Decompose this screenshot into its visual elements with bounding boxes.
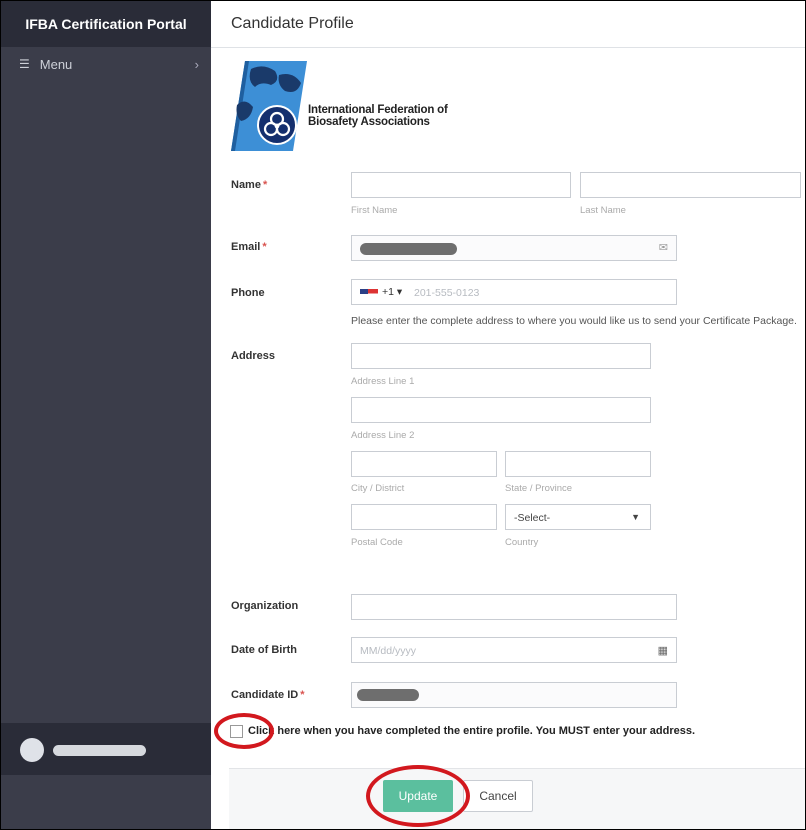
phone-label: Phone: [231, 287, 265, 299]
address-hint: Please enter the complete address to whe…: [351, 315, 797, 327]
address-line2-caption: Address Line 2: [351, 430, 415, 441]
last-name-input[interactable]: [580, 172, 801, 198]
address-line2-input[interactable]: [351, 397, 651, 423]
menu-label: Menu: [39, 56, 73, 72]
phone-input[interactable]: +1 ▾ 201-555-0123: [351, 279, 677, 305]
email-input[interactable]: ✉: [351, 235, 677, 261]
address-line1-caption: Address Line 1: [351, 376, 415, 387]
city-input[interactable]: [351, 451, 497, 477]
organization-logo-text: International Federation of Biosafety As…: [308, 104, 448, 128]
candidate-id-redacted: [357, 689, 419, 701]
menu-icon: ☰: [19, 57, 30, 71]
page-title: Candidate Profile: [231, 15, 354, 32]
candidate-id-input: [351, 682, 677, 708]
menu-item[interactable]: ☰ Menu ›: [1, 47, 211, 81]
envelope-icon: ✉: [658, 242, 668, 254]
postal-code-input[interactable]: [351, 504, 497, 530]
postal-code-caption: Postal Code: [351, 537, 403, 548]
address-line1-input[interactable]: [351, 343, 651, 369]
app-window: IFBA Certification Portal ☰ Menu › Candi…: [0, 0, 806, 830]
country-selected-value: -Select-: [514, 512, 551, 524]
app-title: IFBA Certification Portal: [1, 1, 211, 47]
last-name-caption: Last Name: [580, 205, 626, 216]
phone-placeholder: 201-555-0123: [414, 287, 480, 299]
state-caption: State / Province: [505, 483, 573, 494]
dob-input[interactable]: MM/dd/yyyy ▦: [351, 637, 677, 663]
username-redacted: [53, 745, 146, 756]
country-code-select[interactable]: +1 ▾: [382, 286, 402, 298]
dob-label: Date of Birth: [231, 644, 297, 656]
highlight-circle-checkbox: [214, 713, 274, 749]
state-input[interactable]: [505, 451, 651, 477]
globe-biohazard-icon: [231, 61, 307, 151]
city-caption: City / District: [351, 483, 405, 494]
highlight-circle-update: [366, 765, 470, 827]
first-name-input[interactable]: [351, 172, 571, 198]
email-redacted: [360, 243, 457, 255]
name-label: Name *: [231, 179, 268, 191]
user-profile-area[interactable]: [1, 723, 211, 775]
avatar: [20, 738, 44, 762]
us-flag-icon[interactable]: [360, 289, 378, 298]
page-header: Candidate Profile: [211, 1, 805, 48]
address-label: Address: [231, 350, 276, 362]
country-select[interactable]: -Select- ▼: [505, 504, 651, 530]
organization-input[interactable]: [351, 594, 677, 620]
email-label: Email *: [231, 241, 267, 253]
calendar-icon[interactable]: ▦: [658, 644, 668, 657]
country-caption: Country: [505, 537, 539, 548]
organization-label: Organization: [231, 600, 299, 612]
profile-complete-label[interactable]: Click here when you have completed the e…: [248, 725, 695, 737]
caret-down-icon: ▼: [631, 512, 640, 522]
chevron-right-icon: ›: [194, 57, 199, 72]
cancel-button[interactable]: Cancel: [463, 780, 533, 812]
first-name-caption: First Name: [351, 205, 398, 216]
ifba-logo: [231, 61, 307, 156]
candidate-id-label: Candidate ID *: [231, 689, 305, 701]
sidebar: IFBA Certification Portal ☰ Menu ›: [1, 1, 211, 829]
dob-placeholder: MM/dd/yyyy: [360, 645, 417, 657]
